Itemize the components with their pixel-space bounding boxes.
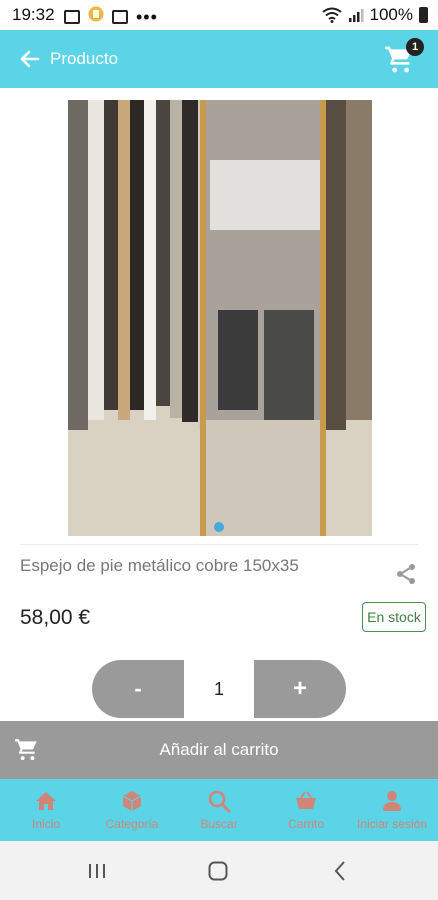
box-icon xyxy=(122,791,142,811)
recent-apps-icon[interactable] xyxy=(87,863,107,879)
battery-icon xyxy=(419,7,428,23)
quantity-decrease-button[interactable]: - xyxy=(92,660,184,718)
home-icon xyxy=(36,792,56,810)
signal-icon xyxy=(348,9,364,22)
quantity-value[interactable]: 1 xyxy=(184,660,254,718)
share-icon[interactable] xyxy=(394,562,418,586)
quantity-increase-button[interactable]: + xyxy=(254,660,346,718)
nav-label: Buscar xyxy=(200,817,238,831)
basket-icon xyxy=(296,791,316,809)
quantity-stepper: - 1 + xyxy=(92,660,346,718)
search-icon xyxy=(208,790,231,813)
product-image[interactable] xyxy=(68,100,372,536)
system-back-icon[interactable] xyxy=(334,861,346,881)
bottom-nav: Inicio Categoría Buscar Carrito Iniciar … xyxy=(0,779,438,841)
app-bar: Producto 1 xyxy=(0,30,438,88)
gallery-icon xyxy=(64,9,80,24)
add-to-cart-button[interactable]: Añadir al carrito xyxy=(0,721,438,779)
header-cart-button[interactable]: 1 xyxy=(384,38,424,76)
stock-status-badge: En stock xyxy=(362,602,426,632)
wifi-icon xyxy=(321,7,342,23)
carousel-dot-active[interactable] xyxy=(214,522,224,532)
status-time: 19:32 xyxy=(12,5,55,24)
page-title: Producto xyxy=(50,49,119,68)
system-nav-bar xyxy=(0,841,438,900)
home-button-icon[interactable] xyxy=(208,861,228,881)
person-icon xyxy=(383,791,401,811)
cast-icon xyxy=(112,9,128,24)
nav-item-buscar[interactable]: Buscar xyxy=(175,779,263,841)
nav-item-categoria[interactable]: Categoría xyxy=(88,779,176,841)
nav-item-inicio[interactable]: Inicio xyxy=(2,779,90,841)
nav-item-iniciar-sesion[interactable]: Iniciar sesión xyxy=(348,779,436,841)
product-price: 58,00 € xyxy=(20,606,91,629)
add-to-cart-label: Añadir al carrito xyxy=(159,740,279,759)
status-bar: 19:32 ••• 100% xyxy=(0,0,438,30)
product-name: Espejo de pie metálico cobre 150x35 xyxy=(20,556,299,575)
nav-label: Iniciar sesión xyxy=(356,817,428,831)
more-notifications-icon: ••• xyxy=(136,6,158,27)
battery-percent: 100% xyxy=(369,5,413,24)
divider xyxy=(20,544,418,545)
cart-count-badge: 1 xyxy=(406,38,424,56)
app-notification-icon xyxy=(88,6,104,27)
nav-label: Categoría xyxy=(105,817,159,831)
notification-icons: ••• xyxy=(64,6,158,27)
nav-item-carrito[interactable]: Carrito xyxy=(262,779,350,841)
back-arrow-icon[interactable] xyxy=(18,47,42,71)
nav-label: Carrito xyxy=(287,817,324,831)
status-right: 100% xyxy=(321,5,428,25)
